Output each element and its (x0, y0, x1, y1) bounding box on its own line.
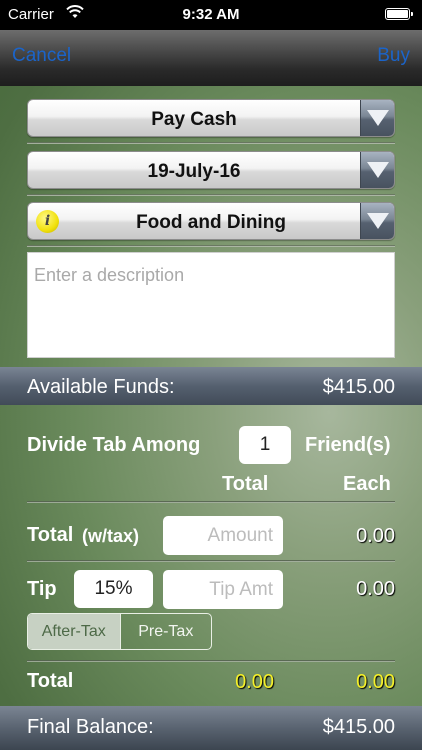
category-dropdown[interactable]: i Food and Dining (27, 202, 395, 240)
with-tax-label: (w/tax) (82, 526, 140, 546)
final-balance-amount: $415.00 (322, 716, 395, 738)
amount-input[interactable]: Amount (163, 516, 283, 555)
divider (27, 501, 395, 503)
available-funds-amount: $415.00 (322, 376, 395, 398)
tip-mode-segmented-control: After-Tax Pre-Tax (27, 613, 212, 650)
date-value: 19-July-16 (147, 161, 241, 182)
payment-method-dropdown[interactable]: Pay Cash (27, 99, 395, 137)
screen: Carrier 9:32 AM Cancel Buy Pay Cash 19-J… (0, 0, 422, 750)
final-balance-label: Final Balance: (27, 716, 154, 738)
pre-tax-segment[interactable]: Pre-Tax (119, 614, 212, 649)
each-column-header: Each (343, 473, 391, 495)
divide-tab-label: Divide Tab Among (27, 434, 201, 456)
tip-label: Tip (27, 578, 57, 600)
final-balance-bar: Final Balance: $415.00 (0, 706, 422, 750)
after-tax-segment[interactable]: After-Tax (28, 614, 120, 649)
dropdown-arrow[interactable] (360, 152, 394, 188)
available-funds-bar: Available Funds: $415.00 (0, 367, 422, 405)
clock: 9:32 AM (182, 6, 240, 23)
chevron-down-icon (367, 110, 389, 126)
category-info-icon[interactable]: i (36, 210, 59, 233)
date-dropdown[interactable]: 19-July-16 (27, 151, 395, 189)
category-value: Food and Dining (136, 212, 286, 233)
available-funds-label: Available Funds: (27, 376, 175, 398)
grand-total-value: 0.00 (235, 671, 274, 693)
divider (27, 245, 395, 247)
total-each-value: 0.00 (356, 525, 395, 547)
chevron-down-icon (367, 162, 389, 178)
tip-amount-input[interactable]: Tip Amt (163, 570, 283, 609)
divider (27, 194, 395, 196)
chevron-down-icon (367, 213, 389, 229)
payment-method-value: Pay Cash (151, 109, 237, 130)
tip-percent-input[interactable]: 15% (74, 570, 153, 608)
description-box (27, 252, 395, 358)
divider (27, 560, 395, 562)
status-bar: Carrier 9:32 AM (0, 0, 422, 30)
dropdown-arrow[interactable] (360, 203, 394, 239)
divider (27, 660, 395, 662)
dropdown-arrow[interactable] (360, 100, 394, 136)
description-input[interactable] (28, 253, 394, 357)
friend-count-input[interactable]: 1 (239, 426, 291, 464)
nav-bar: Cancel Buy (0, 30, 422, 86)
total-column-header: Total (222, 473, 269, 495)
tip-each-value: 0.00 (356, 578, 395, 600)
battery-icon (385, 8, 413, 20)
divider (27, 142, 395, 144)
grand-total-label: Total (27, 670, 74, 692)
buy-button[interactable]: Buy (377, 45, 410, 67)
cancel-button[interactable]: Cancel (12, 45, 71, 67)
total-label: Total (27, 524, 74, 546)
grand-total-each-value: 0.00 (356, 671, 395, 693)
friends-label: Friend(s) (305, 434, 391, 456)
